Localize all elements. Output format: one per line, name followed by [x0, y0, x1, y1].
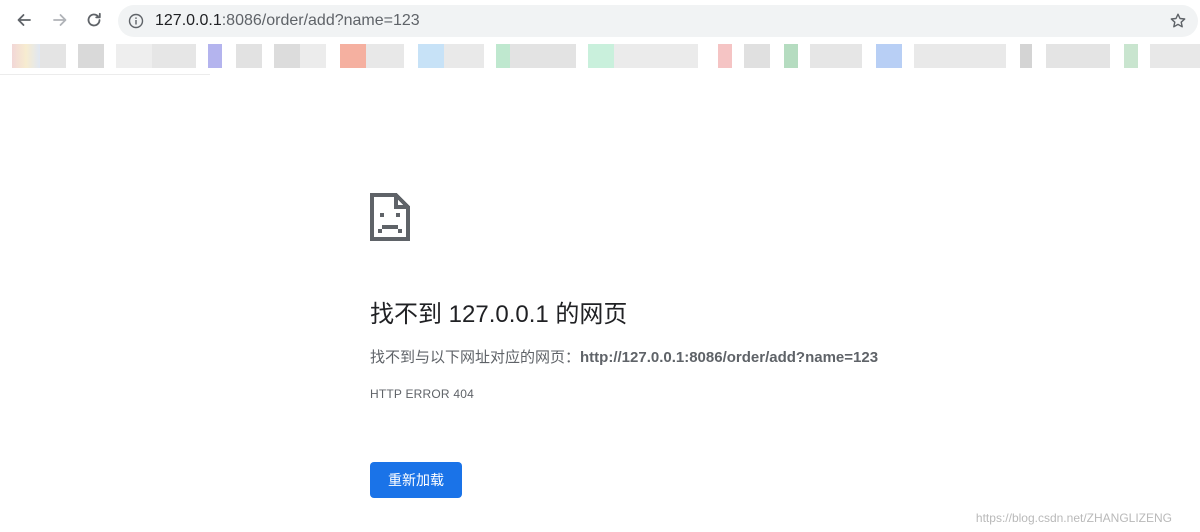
watermark: https://blog.csdn.net/ZHANGLIZENG: [975, 511, 1172, 525]
error-url: http://127.0.0.1:8086/order/add?name=123: [580, 349, 879, 366]
bookmark-item[interactable]: [208, 44, 222, 68]
url-path: :8086/order/add?name=123: [221, 12, 420, 29]
bookmark-item[interactable]: [152, 44, 196, 68]
bookmark-item[interactable]: [444, 44, 484, 68]
error-title: 找不到 127.0.0.1 的网页: [370, 301, 628, 328]
arrow-right-icon: [53, 14, 67, 26]
error-description: 找不到与以下网址对应的网页：http://127.0.0.1:8086/orde…: [370, 346, 878, 367]
info-icon[interactable]: [128, 13, 144, 29]
error-description-text: 找不到与以下网址对应的网页：: [370, 349, 581, 366]
bookmark-item[interactable]: [744, 44, 770, 68]
back-button[interactable]: [10, 6, 38, 34]
bookmark-item[interactable]: [78, 44, 104, 68]
star-icon: [1170, 13, 1186, 28]
bookmark-item[interactable]: [496, 44, 510, 68]
bookmark-item[interactable]: [1046, 44, 1110, 68]
bookmark-item[interactable]: [588, 44, 614, 68]
bookmark-item[interactable]: [1020, 44, 1032, 68]
forward-button[interactable]: [46, 6, 74, 34]
bookmark-item[interactable]: [784, 44, 798, 68]
bookmark-item[interactable]: [418, 44, 444, 68]
bookmarks-bar[interactable]: [0, 40, 1200, 72]
bookmark-item[interactable]: [718, 44, 732, 68]
bookmark-star-button[interactable]: [1168, 11, 1188, 31]
browser-toolbar: 127.0.0.1:8086/order/add?name=123: [0, 0, 1200, 40]
bookmark-item[interactable]: [40, 44, 66, 68]
bookmark-item[interactable]: [12, 44, 40, 68]
reload-icon: [87, 12, 101, 27]
address-bar[interactable]: 127.0.0.1:8086/order/add?name=123: [118, 5, 1198, 37]
bookmark-item[interactable]: [510, 44, 576, 68]
bookmark-item[interactable]: [300, 44, 326, 68]
bookmark-item[interactable]: [914, 44, 1006, 68]
bookmark-item[interactable]: [876, 44, 902, 68]
reload-page-button[interactable]: 重新加载: [370, 462, 462, 498]
bookmark-item[interactable]: [274, 44, 300, 68]
bookmark-item[interactable]: [614, 44, 698, 68]
bookmark-item[interactable]: [1150, 44, 1200, 68]
bookmark-item[interactable]: [810, 44, 862, 68]
bookmark-item[interactable]: [340, 44, 366, 68]
sad-page-icon: [370, 193, 410, 241]
bookmark-item[interactable]: [1124, 44, 1138, 68]
error-code: HTTP ERROR 404: [370, 387, 474, 401]
divider: [0, 74, 210, 75]
reload-button[interactable]: [80, 6, 108, 34]
url-host: 127.0.0.1: [155, 12, 222, 29]
arrow-left-icon: [17, 14, 31, 26]
bookmark-item[interactable]: [116, 44, 152, 68]
url-text[interactable]: 127.0.0.1:8086/order/add?name=123: [155, 12, 420, 30]
bookmark-item[interactable]: [236, 44, 262, 68]
bookmark-item[interactable]: [366, 44, 404, 68]
